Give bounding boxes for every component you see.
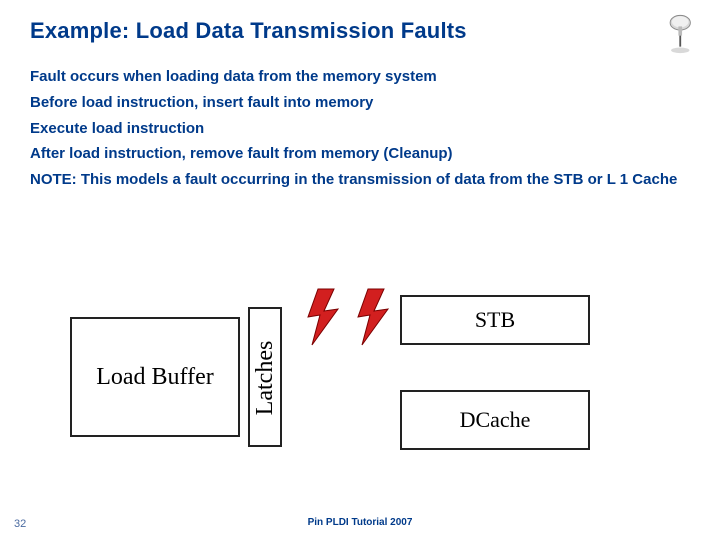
slide-title: Example: Load Data Transmission Faults: [30, 18, 690, 44]
bullet-item: Execute load instruction: [30, 118, 690, 140]
stb-box: STB: [400, 295, 590, 345]
bullet-item: NOTE: This models a fault occurring in t…: [30, 169, 690, 191]
bullet-item: Before load instruction, insert fault in…: [30, 92, 690, 114]
pushpin-icon: [660, 8, 706, 54]
lightning-icon: [304, 287, 344, 347]
footer-label: Pin PLDI Tutorial 2007: [308, 517, 413, 528]
latches-box: [248, 307, 282, 447]
slide: Example: Load Data Transmission Faults F…: [0, 0, 720, 540]
load-buffer-box: Load Buffer: [70, 317, 240, 437]
bullet-item: After load instruction, remove fault fro…: [30, 143, 690, 165]
footer-text: Pin PLDI Tutorial 2007: [0, 517, 720, 528]
lightning-icon: [354, 287, 394, 347]
diagram: Load Buffer Latches STB DCache: [60, 295, 620, 475]
dcache-box: DCache: [400, 390, 590, 450]
bullet-item: Fault occurs when loading data from the …: [30, 66, 690, 88]
bullet-list: Fault occurs when loading data from the …: [30, 66, 690, 191]
